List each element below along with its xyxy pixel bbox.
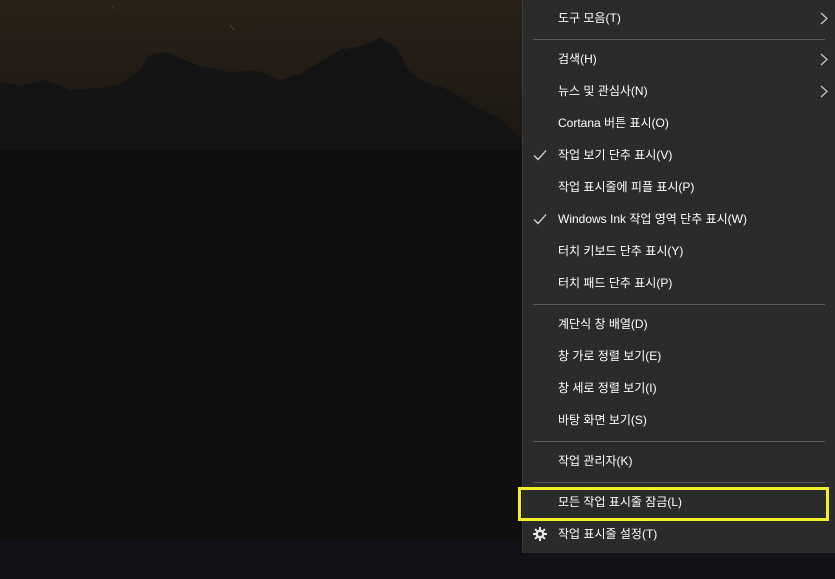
chevron-right-icon [820, 85, 828, 98]
menu-item-show-desktop[interactable]: 바탕 화면 보기(S) [523, 404, 835, 436]
menu-separator [533, 39, 825, 40]
menu-item-show-touchpad-button[interactable]: 터치 패드 단추 표시(P) [523, 267, 835, 299]
checkmark-icon [533, 214, 547, 225]
menu-item-cascade-windows[interactable]: 계단식 창 배열(D) [523, 308, 835, 340]
menu-item-label: 터치 키보드 단추 표시(Y) [558, 244, 684, 258]
menu-item-label: 작업 표시줄 설정(T) [558, 527, 658, 541]
menu-separator [533, 482, 825, 483]
menu-item-label: 바탕 화면 보기(S) [558, 413, 647, 427]
menu-item-label: 뉴스 및 관심사(N) [558, 84, 648, 98]
menu-item-label: 작업 보기 단추 표시(V) [558, 148, 673, 162]
menu-item-label: 창 세로 정렬 보기(I) [558, 381, 657, 395]
menu-separator [533, 441, 825, 442]
menu-item-label: 작업 관리자(K) [558, 454, 633, 468]
menu-separator [533, 304, 825, 305]
menu-item-label: Windows Ink 작업 영역 단추 표시(W) [558, 212, 747, 226]
menu-item-news-and-interests[interactable]: 뉴스 및 관심사(N) [523, 75, 835, 107]
menu-item-show-people[interactable]: 작업 표시줄에 피플 표시(P) [523, 171, 835, 203]
menu-item-search[interactable]: 검색(H) [523, 43, 835, 75]
gear-icon [533, 527, 547, 541]
menu-item-toolbars[interactable]: 도구 모음(T) [523, 2, 835, 34]
menu-item-show-cortana-button[interactable]: Cortana 버튼 표시(O) [523, 107, 835, 139]
menu-item-label: 창 가로 정렬 보기(E) [558, 349, 662, 363]
chevron-right-icon [820, 53, 828, 66]
menu-item-show-windows-stacked[interactable]: 창 가로 정렬 보기(E) [523, 340, 835, 372]
menu-item-label: 검색(H) [558, 52, 597, 66]
menu-item-show-task-view-button[interactable]: 작업 보기 단추 표시(V) [523, 139, 835, 171]
menu-item-task-manager[interactable]: 작업 관리자(K) [523, 445, 835, 477]
menu-item-label: 작업 표시줄에 피플 표시(P) [558, 180, 695, 194]
menu-item-label: 도구 모음(T) [558, 11, 621, 25]
menu-item-show-windows-ink-button[interactable]: Windows Ink 작업 영역 단추 표시(W) [523, 203, 835, 235]
menu-item-show-touch-keyboard-button[interactable]: 터치 키보드 단추 표시(Y) [523, 235, 835, 267]
menu-item-label: 계단식 창 배열(D) [558, 317, 648, 331]
menu-item-label: Cortana 버튼 표시(O) [558, 116, 669, 130]
menu-item-show-windows-side-by-side[interactable]: 창 세로 정렬 보기(I) [523, 372, 835, 404]
menu-item-taskbar-settings[interactable]: 작업 표시줄 설정(T) [523, 518, 835, 550]
checkmark-icon [533, 150, 547, 161]
chevron-right-icon [820, 12, 828, 25]
menu-item-label: 터치 패드 단추 표시(P) [558, 276, 673, 290]
menu-item-lock-all-taskbars[interactable]: 모든 작업 표시줄 잠금(L) [523, 486, 835, 518]
menu-item-label: 모든 작업 표시줄 잠금(L) [558, 495, 683, 509]
taskbar-context-menu: 도구 모음(T) 검색(H) 뉴스 및 관심사(N) Cortana 버튼 표시… [522, 0, 835, 553]
